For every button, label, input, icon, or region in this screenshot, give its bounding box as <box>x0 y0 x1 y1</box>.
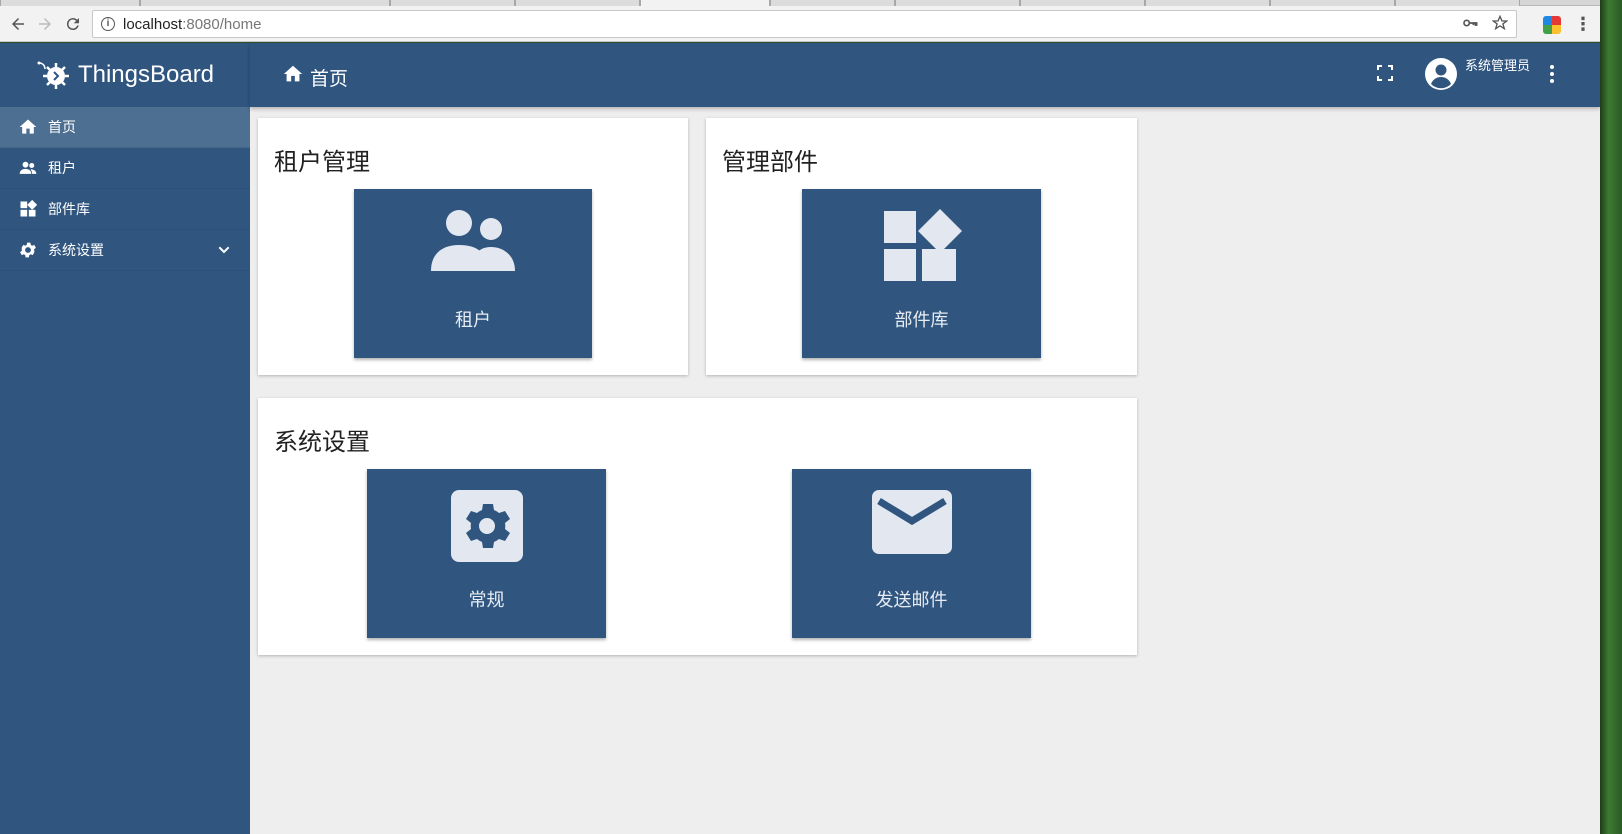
sidebar-item-label: 租户 <box>48 160 76 176</box>
sidebar-item-widgets[interactable]: 部件库 <box>0 189 250 230</box>
more-vert-icon[interactable] <box>1550 65 1554 83</box>
thingsboard-logo-icon <box>37 61 69 89</box>
card-title: 系统设置 <box>274 429 370 456</box>
reload-button[interactable] <box>61 12 85 36</box>
address-bar[interactable]: i localhost:8080/home <box>92 10 1517 38</box>
browser-toolbar: i localhost:8080/home ⋮ <box>0 6 1600 42</box>
star-icon[interactable] <box>1491 14 1509 35</box>
settings-icon <box>367 489 606 565</box>
system-settings-card: 系统设置 常规 发送邮件 <box>258 398 1137 655</box>
widget-management-card: 管理部件 部件库 <box>706 118 1137 375</box>
desktop-background <box>1600 0 1622 834</box>
card-title: 租户管理 <box>274 149 370 176</box>
tile-label: 部件库 <box>894 310 949 330</box>
extension-icon[interactable] <box>1543 16 1561 34</box>
browser-menu-icon[interactable]: ⋮ <box>1574 14 1592 35</box>
logo-text: ThingsBoard <box>77 61 215 88</box>
tile-label: 发送邮件 <box>875 590 948 610</box>
tile-label: 租户 <box>455 310 491 330</box>
widgets-icon <box>802 209 1041 285</box>
sidebar-item-home[interactable]: 首页 <box>0 107 250 148</box>
people-icon <box>354 209 592 285</box>
url-text: localhost:8080/home <box>123 15 262 33</box>
sidebar-item-tenants[interactable]: 租户 <box>0 148 250 189</box>
sidebar-item-label: 系统设置 <box>48 242 104 258</box>
info-icon[interactable]: i <box>101 17 115 31</box>
sidebar-item-system-settings[interactable]: 系统设置 <box>0 230 250 271</box>
home-icon <box>282 63 304 91</box>
sidebar-item-label: 首页 <box>48 119 76 135</box>
widgets-icon <box>18 199 38 219</box>
fullscreen-icon[interactable] <box>1377 65 1393 81</box>
mail-settings-tile[interactable]: 发送邮件 <box>792 469 1031 638</box>
forward-button[interactable] <box>33 12 57 36</box>
app-root: ThingsBoard 首页 租户 部件库 系统设置 首页 系统管理员 租户管理… <box>0 43 1600 834</box>
home-icon <box>18 117 38 137</box>
avatar[interactable] <box>1424 57 1458 91</box>
widgets-library-tile[interactable]: 部件库 <box>802 189 1041 358</box>
breadcrumb-label: 首页 <box>310 68 349 90</box>
sidebar-item-label: 部件库 <box>48 201 90 217</box>
gear-icon <box>18 240 38 260</box>
key-icon[interactable] <box>1462 15 1478 35</box>
tenants-tile[interactable]: 租户 <box>354 189 592 358</box>
user-name[interactable]: 系统管理员 <box>1465 55 1530 74</box>
people-icon <box>18 158 38 178</box>
tenant-management-card: 租户管理 租户 <box>258 118 688 375</box>
breadcrumb[interactable]: 首页 <box>282 63 348 91</box>
logo[interactable]: ThingsBoard <box>0 43 250 107</box>
sidebar: ThingsBoard 首页 租户 部件库 系统设置 <box>0 43 250 834</box>
general-settings-tile[interactable]: 常规 <box>367 469 606 638</box>
mail-icon <box>792 489 1031 565</box>
card-title: 管理部件 <box>722 149 818 176</box>
back-button[interactable] <box>6 12 30 36</box>
top-toolbar: 首页 系统管理员 <box>250 43 1600 107</box>
chevron-down-icon[interactable] <box>216 242 232 261</box>
tile-label: 常规 <box>468 590 505 610</box>
